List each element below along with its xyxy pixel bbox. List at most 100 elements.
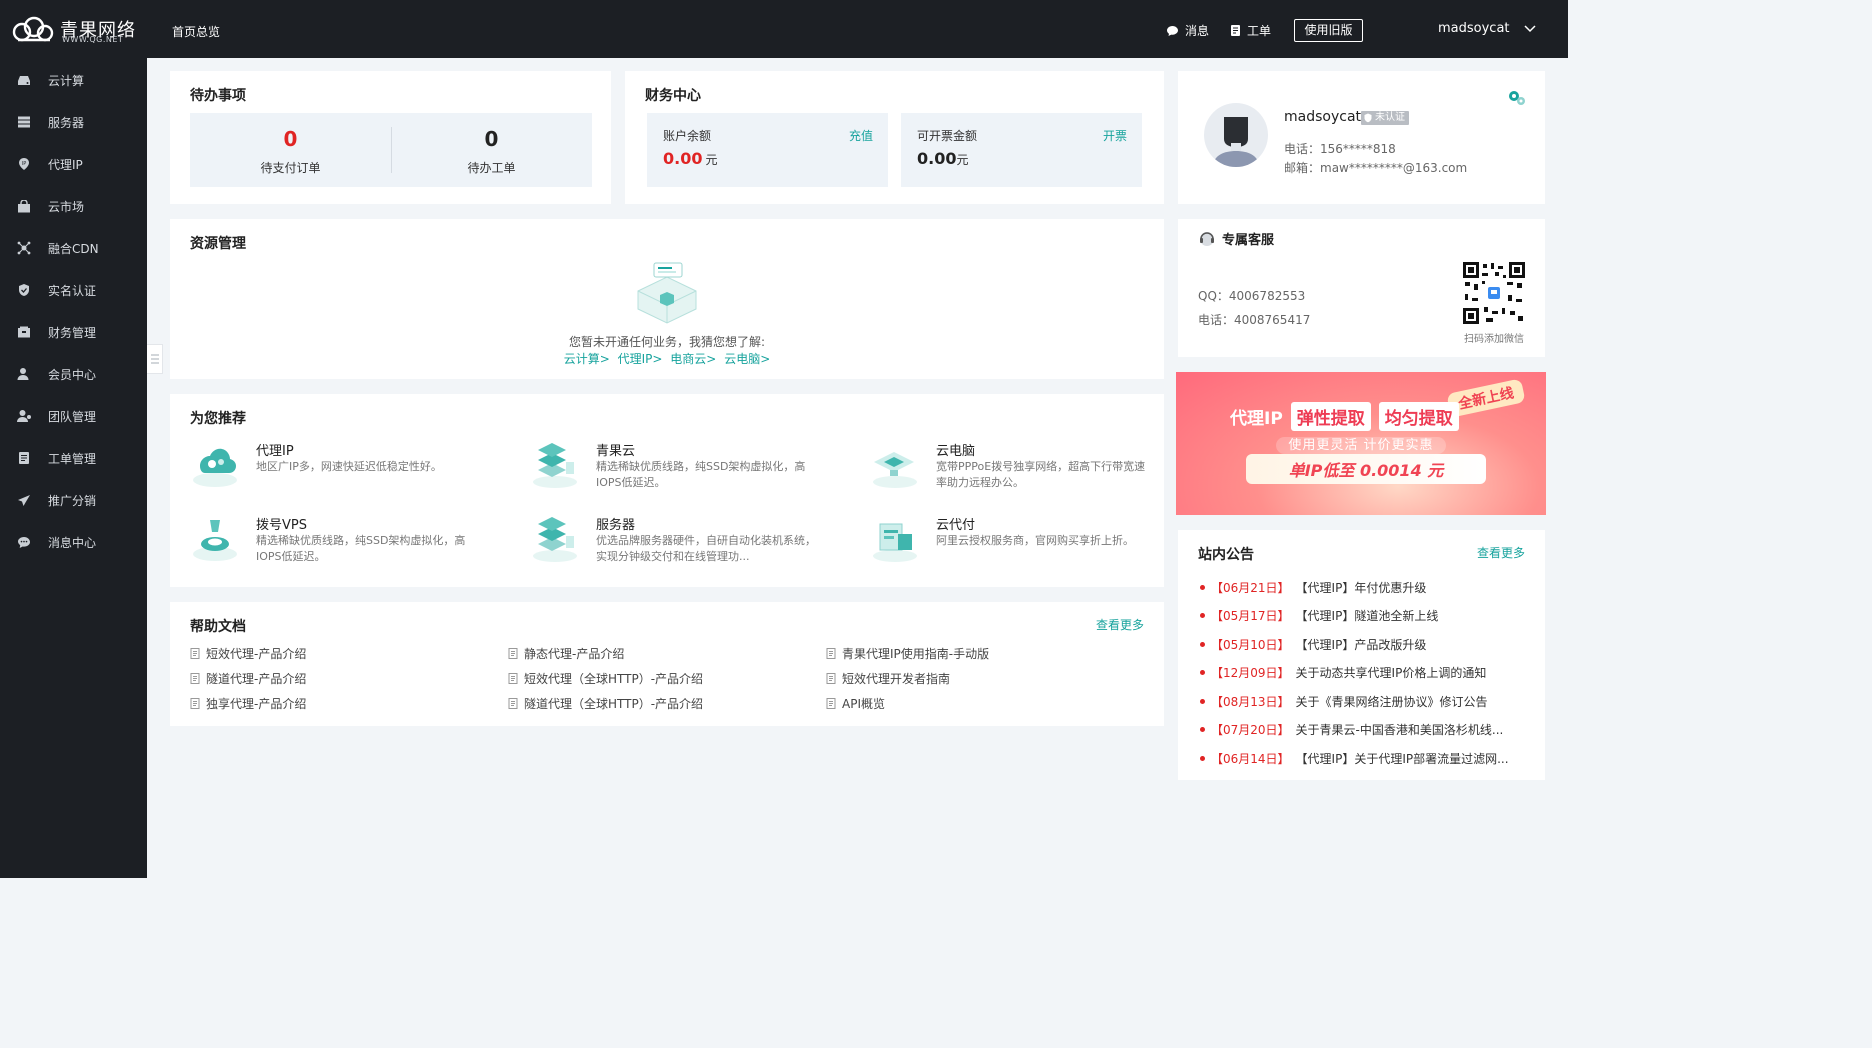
pending-tickets-stat[interactable]: 0 待办工单 bbox=[391, 113, 592, 187]
sidebar-item-proxy-ip[interactable]: IP 代理IP bbox=[0, 143, 147, 185]
announcements-card: 站内公告 查看更多 【06月21日】 【代理IP】年付优惠升级 【05月17日】【… bbox=[1178, 530, 1545, 780]
service-title: 专属客服 bbox=[1198, 229, 1274, 248]
link-cloud-pc[interactable]: 云电脑> bbox=[724, 352, 770, 366]
recommend-item-cloud-pay[interactable]: 云代付 阿里云授权服务商，官网购买享折上折。 bbox=[870, 514, 1160, 574]
document-icon bbox=[1231, 25, 1240, 36]
help-docs-more-link[interactable]: 查看更多 bbox=[1096, 616, 1144, 633]
doc-link[interactable]: 短效代理（全球HTTP）-产品介绍 bbox=[508, 670, 703, 687]
doc-link[interactable]: 隧道代理-产品介绍 bbox=[190, 670, 306, 687]
doc-link[interactable]: 隧道代理（全球HTTP）-产品介绍 bbox=[508, 695, 703, 712]
bullet-dot bbox=[1200, 727, 1205, 732]
recommend-item-desc: 宽带PPPoE拨号独享网络，超高下行带宽速率助力远程办公。 bbox=[936, 460, 1146, 489]
doc-link[interactable]: 静态代理-产品介绍 bbox=[508, 645, 624, 662]
bullet-dot bbox=[1200, 642, 1205, 647]
user-menu[interactable]: madsoycat bbox=[1438, 21, 1536, 36]
sidebar-item-server[interactable]: 服务器 bbox=[0, 101, 147, 143]
empty-state-text: 您暂未开通任何业务，我猜您想了解: bbox=[568, 335, 766, 349]
invoice-amount: 0.00 bbox=[917, 149, 957, 168]
pending-orders-stat[interactable]: 0 待支付订单 bbox=[190, 113, 391, 187]
server-icon bbox=[0, 116, 48, 128]
chevron-down-icon bbox=[1523, 24, 1536, 32]
announcement-item[interactable]: 【05月10日】 【代理IP】产品改版升级 bbox=[1200, 636, 1426, 653]
avatar[interactable] bbox=[1204, 103, 1268, 167]
link-proxy-ip[interactable]: 代理IP> bbox=[618, 352, 663, 366]
doc-icon bbox=[190, 698, 200, 709]
announcement-date: 【06月14日】 bbox=[1211, 752, 1290, 766]
bag-icon bbox=[0, 199, 48, 213]
announcement-item[interactable]: 【12月09日】 关于动态共享代理IP价格上调的通知 bbox=[1200, 664, 1486, 681]
sidebar-item-team[interactable]: 团队管理 bbox=[0, 395, 147, 437]
recommend-item-desc: 阿里云授权服务商，官网购买享折上折。 bbox=[936, 534, 1134, 547]
unverified-badge[interactable]: 未认证 bbox=[1361, 111, 1409, 125]
sidebar-item-messages[interactable]: 消息中心 bbox=[0, 521, 147, 563]
doc-icon bbox=[508, 698, 518, 709]
sidebar-item-member[interactable]: 会员中心 bbox=[0, 353, 147, 395]
sidebar-collapse-handle[interactable] bbox=[147, 344, 163, 374]
announcement-text: 【代理IP】产品改版升级 bbox=[1295, 638, 1427, 652]
sidebar-item-verification[interactable]: 实名认证 bbox=[0, 269, 147, 311]
announcement-date: 【08月13日】 bbox=[1211, 695, 1290, 709]
bullet-dot bbox=[1200, 670, 1205, 675]
server-rack-icon bbox=[533, 517, 577, 562]
brand-url: WWW.QG.NET bbox=[62, 35, 124, 44]
banner-headline: 代理IP 弹性提取 均匀提取 bbox=[1230, 402, 1490, 431]
sidebar-item-ticket[interactable]: 工单管理 bbox=[0, 437, 147, 479]
announcement-text: 【代理IP】隧道池全新上线 bbox=[1295, 609, 1439, 623]
service-phone: 电话：4008765417 bbox=[1198, 313, 1311, 327]
network-icon bbox=[0, 241, 48, 255]
tickets-button[interactable]: 工单 bbox=[1230, 22, 1271, 39]
announcement-item[interactable]: 【06月14日】 【代理IP】关于代理IP部署流量过滤网... bbox=[1200, 750, 1509, 767]
recommend-item-cloud-pc[interactable]: 云电脑 宽带PPPoE拨号独享网络，超高下行带宽速率助力远程办公。 bbox=[870, 440, 1160, 500]
link-cloud-compute[interactable]: 云计算> bbox=[564, 352, 610, 366]
announcement-text: 关于《青果网络注册协议》修订公告 bbox=[1295, 695, 1488, 709]
recommend-item-title: 云电脑 bbox=[936, 444, 976, 459]
announcement-item[interactable]: 【07月20日】 关于青果云-中国香港和美国洛杉机线... bbox=[1200, 721, 1503, 738]
announcements-title: 站内公告 bbox=[1198, 547, 1254, 563]
messages-button[interactable]: 消息 bbox=[1166, 22, 1209, 39]
service-qq: QQ：4006782553 bbox=[1198, 289, 1306, 303]
recommend-item-title: 服务器 bbox=[596, 518, 636, 533]
announcement-item[interactable]: 【06月21日】 【代理IP】年付优惠升级 bbox=[1200, 579, 1426, 596]
unverified-label: 未认证 bbox=[1375, 112, 1405, 123]
sidebar-item-promotion[interactable]: 推广分销 bbox=[0, 479, 147, 521]
breadcrumb[interactable]: 首页总览 bbox=[172, 23, 220, 40]
doc-link[interactable]: API概览 bbox=[826, 695, 885, 712]
announcements-more-link[interactable]: 查看更多 bbox=[1477, 544, 1525, 561]
top-bar: 青果网络 WWW.QG.NET 首页总览 消息 工单 使用旧版 madsoyca… bbox=[0, 0, 1568, 58]
announcement-item[interactable]: 【05月17日】 【代理IP】隧道池全新上线 bbox=[1200, 607, 1438, 624]
sidebar-item-cdn[interactable]: 融合CDN bbox=[0, 227, 147, 269]
sidebar-item-market[interactable]: 云市场 bbox=[0, 185, 147, 227]
recommend-item-server[interactable]: 服务器 优选品牌服务器硬件，自研自动化装机系统，实现分钟级交付和在线管理功... bbox=[530, 514, 820, 574]
recommend-item-desc: 精选稀缺优质线路，纯SSD架构虚拟化，高IOPS低延迟。 bbox=[256, 534, 466, 563]
doc-link-label: 静态代理-产品介绍 bbox=[524, 647, 625, 661]
bullet-dot bbox=[1200, 699, 1205, 704]
recommend-item-qingguo-cloud[interactable]: 青果云 精选稀缺优质线路，纯SSD架构虚拟化，高IOPS低延迟。 bbox=[530, 440, 820, 500]
recharge-link[interactable]: 充值 bbox=[849, 127, 873, 144]
old-version-button[interactable]: 使用旧版 bbox=[1294, 19, 1363, 42]
doc-link[interactable]: 独享代理-产品介绍 bbox=[190, 695, 306, 712]
doc-link-label: API概览 bbox=[842, 697, 885, 711]
sidebar-item-label: 实名认证 bbox=[48, 283, 97, 298]
help-docs-card: 帮助文档 查看更多 短效代理-产品介绍 静态代理-产品介绍 青果代理IP使用指南… bbox=[170, 602, 1164, 726]
promo-banner[interactable]: 全新上线 代理IP 弹性提取 均匀提取 使用更灵活 计价更实惠 单IP低至 0.… bbox=[1176, 372, 1546, 515]
brand-logo[interactable]: 青果网络 WWW.QG.NET bbox=[12, 14, 142, 46]
doc-link[interactable]: 短效代理开发者指南 bbox=[826, 670, 950, 687]
doc-icon bbox=[826, 673, 836, 684]
announcement-text: 【代理IP】年付优惠升级 bbox=[1295, 581, 1427, 595]
announcement-item[interactable]: 【08月13日】 关于《青果网络注册协议》修订公告 bbox=[1200, 693, 1488, 710]
announcement-text: 【代理IP】关于代理IP部署流量过滤网... bbox=[1295, 752, 1509, 766]
doc-icon bbox=[508, 648, 518, 659]
invoice-link[interactable]: 开票 bbox=[1103, 127, 1127, 144]
settings-gear-icon[interactable] bbox=[1507, 89, 1527, 107]
recommend-item-dial-vps[interactable]: 拨号VPS 精选稀缺优质线路，纯SSD架构虚拟化，高IOPS低延迟。 bbox=[190, 514, 480, 574]
pending-orders-label: 待支付订单 bbox=[260, 161, 321, 175]
sidebar-item-finance[interactable]: 财务管理 bbox=[0, 311, 147, 353]
link-ecommerce-cloud[interactable]: 电商云> bbox=[670, 352, 716, 366]
doc-link[interactable]: 短效代理-产品介绍 bbox=[190, 645, 306, 662]
profile-email: 邮箱：maw*********@163.com bbox=[1284, 161, 1468, 175]
sidebar-item-cloud-compute[interactable]: 云计算 bbox=[0, 59, 147, 101]
recommend-item-proxy-ip[interactable]: 代理IP 地区广IP多，网速快延迟低稳定性好。 bbox=[190, 440, 480, 500]
doc-link[interactable]: 青果代理IP使用指南-手动版 bbox=[826, 645, 989, 662]
bullet-dot bbox=[1200, 613, 1205, 618]
pending-tickets-label: 待办工单 bbox=[467, 161, 516, 175]
